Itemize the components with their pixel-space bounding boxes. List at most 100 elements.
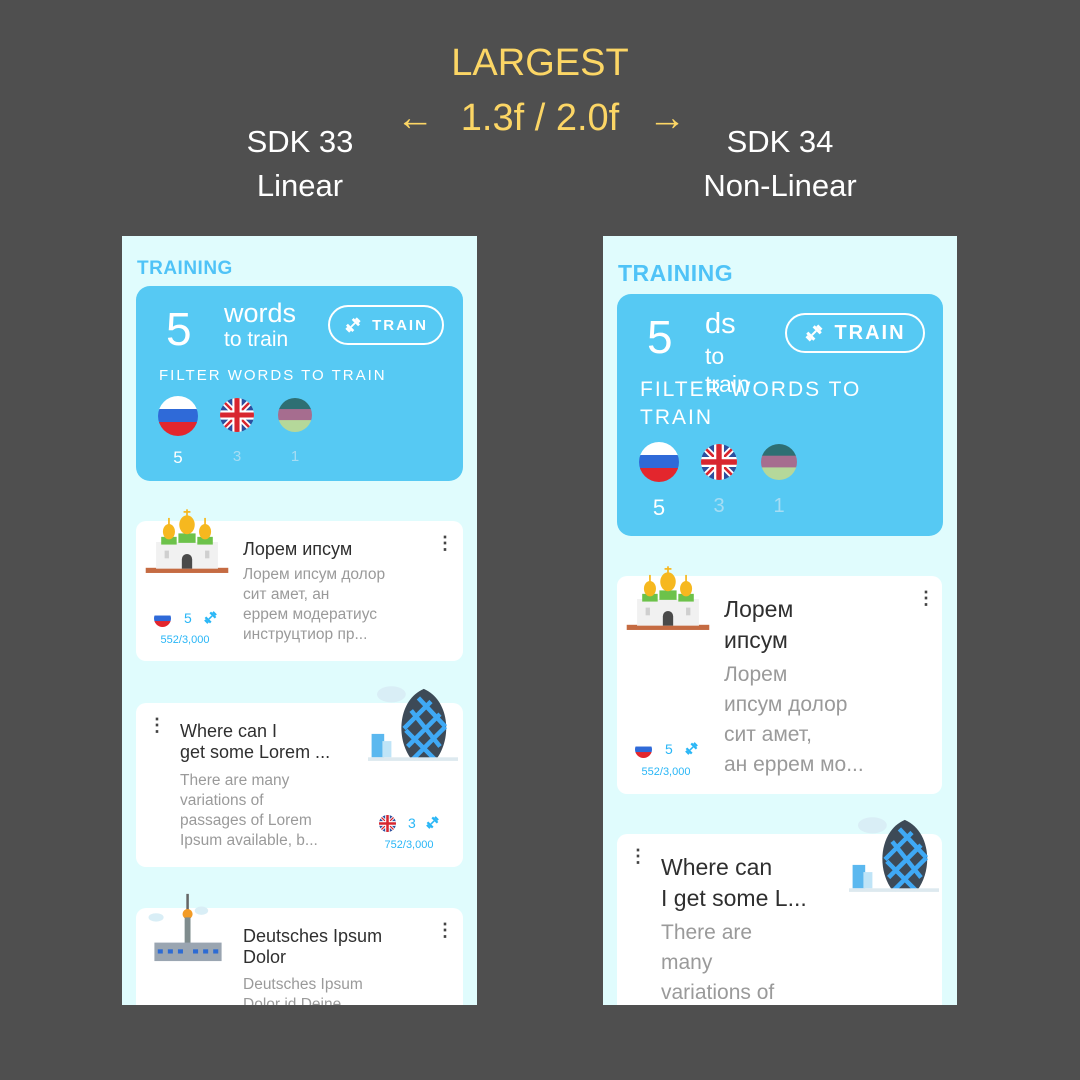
uk-flag-icon <box>701 444 737 480</box>
title-line: get some Lorem ... <box>180 741 331 762</box>
church-icon <box>144 499 230 585</box>
filter-count: 3 <box>232 448 242 465</box>
desc-line: Dolor id Deine <box>243 996 342 1005</box>
desc-line: Ipsum available, b... <box>180 832 318 850</box>
dumbbell-icon <box>344 316 362 334</box>
item-title: Where can I get some L... <box>661 852 807 914</box>
filter-chip-german[interactable]: 1 <box>761 444 797 518</box>
desc-line: many <box>661 951 713 974</box>
left-sdk-label: SDK 33 <box>246 124 354 159</box>
item-description: There are many variations of passages of… <box>180 771 318 852</box>
item-title: Лорем ипсум <box>724 594 793 656</box>
right-sdk-heading: SDK 34 Non-Linear <box>630 120 930 208</box>
desc-line: инструцтиор пр... <box>243 626 368 644</box>
russia-flag-icon <box>154 610 171 627</box>
to-train-label: to train <box>224 328 289 351</box>
russia-flag-icon <box>158 396 198 436</box>
gherkin-tower-icon <box>849 814 939 896</box>
title-line: Лорем <box>724 596 794 622</box>
train-card[interactable]: 5 ds to train TRAIN FILTER WORDS TO TRAI… <box>617 294 943 536</box>
item-description: There are many variations of <box>661 918 774 1005</box>
item-title: Where can I get some Lorem ... <box>180 721 330 762</box>
train-button-label: TRAIN <box>834 321 906 344</box>
item-count: 5 <box>184 610 192 626</box>
desc-line: There are <box>661 921 753 944</box>
right-sdk-label: SDK 34 <box>726 124 834 159</box>
item-count: 3 <box>408 815 416 831</box>
section-title: TRAINING <box>137 258 233 279</box>
sdk34-screen: TRAINING 5 ds to train TRAIN FILTER WORD… <box>603 236 957 1005</box>
more-options-icon[interactable]: ⋮ <box>436 534 454 552</box>
filter-chip-english[interactable]: 3 <box>220 398 254 465</box>
list-item[interactable]: ⋮ Where can I get some Lorem ... There a… <box>136 703 463 867</box>
title-line: Where can <box>661 854 773 880</box>
list-item[interactable]: Deutsches Ipsum Dolor ⋮ Deutsches Ipsum … <box>136 908 463 1005</box>
desc-line: Лорем ипсум долор <box>243 566 386 583</box>
words-count: 5 <box>647 311 673 363</box>
filter-count: 1 <box>290 448 300 465</box>
desc-line: variations of <box>661 981 775 1004</box>
item-description: Лорем ипсум долор сит амет, ан еррем мод… <box>243 565 385 646</box>
item-count: 5 <box>665 741 673 757</box>
train-card[interactable]: 5 words to train TRAIN FILTER WORDS TO T… <box>136 286 463 481</box>
item-description: Deutsches Ipsum Dolor id Deine <box>243 975 363 1005</box>
more-options-icon[interactable]: ⋮ <box>917 589 935 607</box>
more-options-icon[interactable]: ⋮ <box>148 716 166 734</box>
item-title: Лорем ипсум <box>243 539 353 559</box>
desc-line: еррем модератиус <box>243 606 378 624</box>
sdk33-screen: TRAINING 5 words to train TRAIN FILTER W… <box>122 236 477 1005</box>
item-progress: 552/3,000 <box>160 634 210 646</box>
title-line: ипсум <box>724 627 788 653</box>
filter-count: 5 <box>173 448 183 467</box>
list-item[interactable]: Лорем ипсум ⋮ Лорем ипсум долор сит амет… <box>136 521 463 661</box>
filter-label-line: FILTER WORDS TO <box>640 378 862 401</box>
more-options-icon[interactable]: ⋮ <box>436 921 454 939</box>
desc-line: Лорем <box>724 663 788 686</box>
right-mode-label: Non-Linear <box>703 168 857 203</box>
desc-line: ан еррем мо... <box>724 753 864 776</box>
more-options-icon[interactable]: ⋮ <box>629 847 647 865</box>
filter-label-line: TRAIN <box>640 406 713 429</box>
item-description: Лорем ипсум долор сит амет, ан еррем мо.… <box>724 660 864 780</box>
left-mode-label: Linear <box>256 168 344 203</box>
train-button-label: TRAIN <box>372 316 428 334</box>
list-item[interactable]: Лорем ипсум ⋮ Лорем ипсум долор сит амет… <box>617 576 942 794</box>
train-button[interactable]: TRAIN <box>328 305 444 345</box>
filter-chip-english[interactable]: 3 <box>701 444 737 518</box>
title-line: Dolor <box>243 946 287 967</box>
desc-line: сит амет, <box>724 723 812 746</box>
german-style-flag-icon <box>761 444 797 480</box>
desc-line: Deutsches Ipsum <box>243 976 363 993</box>
tv-tower-icon <box>146 888 230 972</box>
item-title: Deutsches Ipsum Dolor <box>243 926 382 967</box>
filter-count: 5 <box>652 495 666 520</box>
dumbbell-icon <box>203 610 218 625</box>
desc-line: There are many <box>180 772 290 789</box>
filter-count: 1 <box>773 495 785 517</box>
words-count: 5 <box>166 303 192 355</box>
filter-chip-russian[interactable]: 5 <box>639 442 679 521</box>
filter-chip-german[interactable]: 1 <box>278 398 312 465</box>
title-line: Deutsches Ipsum <box>243 926 383 946</box>
list-item[interactable]: ⋮ Where can I get some L... There are ma… <box>617 834 942 1005</box>
desc-line: ипсум долор <box>724 693 848 716</box>
words-label: ds <box>705 308 736 340</box>
desc-line: passages of Lorem <box>180 812 312 830</box>
item-progress: 752/3,000 <box>384 839 434 851</box>
filter-count: 3 <box>713 495 725 517</box>
filter-chip-russian[interactable]: 5 <box>158 396 198 468</box>
item-progress: 552/3,000 <box>641 766 691 778</box>
comparison-title: LARGEST <box>451 42 629 84</box>
desc-line: variations of <box>180 792 264 810</box>
section-title: TRAINING <box>618 260 734 286</box>
words-label: words <box>224 298 297 328</box>
train-button[interactable]: TRAIN <box>785 313 925 353</box>
desc-line: сит амет, ан <box>243 586 330 604</box>
russia-flag-icon <box>635 741 652 758</box>
russia-flag-icon <box>639 442 679 482</box>
uk-flag-icon <box>220 398 254 432</box>
title-line: Where can I <box>180 721 278 741</box>
dumbbell-icon <box>684 741 699 756</box>
filter-label: FILTER WORDS TO TRAIN <box>640 376 861 432</box>
filter-label: FILTER WORDS TO TRAIN <box>159 367 387 384</box>
